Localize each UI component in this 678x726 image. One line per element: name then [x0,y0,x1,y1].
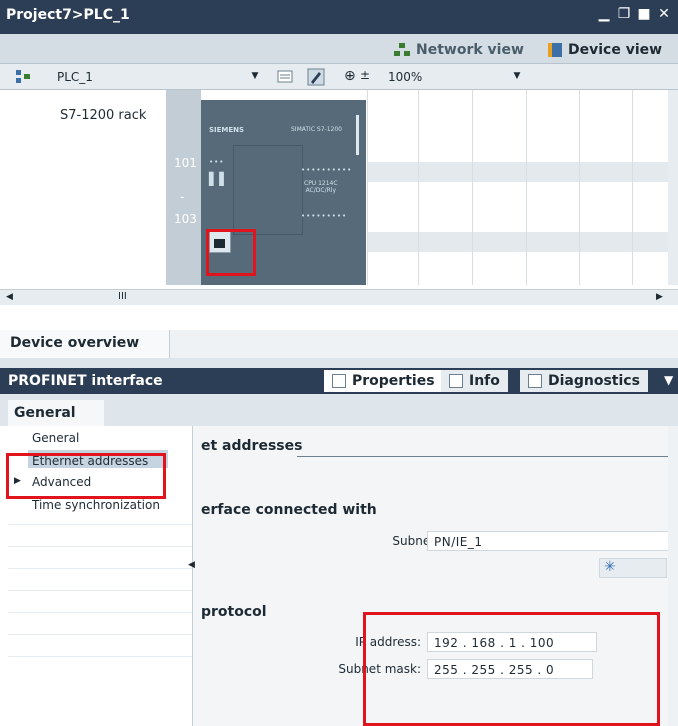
collapse-nav-icon[interactable]: ◀ [188,560,195,570]
window-controls: ▁ ❐ ■ ✕ [596,6,672,22]
collapse-chevron-icon[interactable]: ▼ [664,373,673,387]
nav-divider [8,656,192,657]
add-subnet-button[interactable]: ✳ [599,558,667,578]
tab-network-view[interactable]: Network view [394,39,524,61]
info-icon [449,374,463,388]
slot-divider [472,90,473,285]
plc-front-panel [233,145,303,235]
device-overview-bar: Device overview [0,330,678,358]
tab-diagnostics-label: Diagnostics [548,373,640,389]
nav-item-time-sync[interactable]: Time synchronization [32,498,160,512]
scroll-right-icon[interactable]: ▶ [656,292,663,302]
restore-icon[interactable]: ❐ [616,6,632,22]
close-icon[interactable]: ✕ [656,6,672,22]
vertical-scrollbar[interactable] [668,90,678,285]
show-module-labels-icon[interactable] [307,68,325,86]
inspector-title: PROFINET interface [8,373,163,389]
properties-icon [332,374,346,388]
io-terminal-dots: •••••••••• [301,166,353,174]
nav-divider [8,568,192,569]
general-tab-row: General [0,394,678,426]
inspector-header: PROFINET interface Properties Info Diagn… [0,368,678,394]
subnet-field[interactable]: PN/IE_1 [427,531,669,551]
minimize-icon[interactable]: ▁ [596,6,612,22]
tab-info[interactable]: Info [441,370,508,392]
status-led-dots: ••• [209,158,225,166]
add-new-subnet-icon: ✳ [604,559,616,575]
tab-device-overview[interactable]: Device overview [0,330,170,358]
horizontal-scrollbar[interactable]: ◀ III ▶ [0,289,678,305]
tab-network-label: Network view [416,42,524,58]
maximize-icon[interactable]: ■ [636,6,652,22]
section-interface-connected: erface connected with [201,502,377,518]
tab-properties[interactable]: Properties [324,370,443,392]
chevron-down-icon[interactable]: ▼ [248,67,262,86]
plc-cpu-label: CPU 1214C AC/DC/Rly [304,180,338,194]
slot-divider [632,90,633,285]
device-tree-icon[interactable] [14,68,32,86]
content-scrollbar[interactable] [668,426,678,726]
scroll-thumb-icon[interactable]: III [118,291,127,302]
device-select[interactable]: PLC_1 [52,67,252,86]
zoom-in-icon[interactable]: ⊕ [344,68,356,84]
tab-device-label: Device view [568,42,663,58]
tab-device-view[interactable]: Device view [548,39,662,61]
tab-diagnostics[interactable]: Diagnostics [520,370,648,392]
io-terminal-dots: ••••••••• [301,212,348,220]
slot-number-column [166,90,201,285]
section-ip-protocol: protocol [201,604,267,620]
nav-divider [8,590,192,591]
canvas-band [367,232,668,252]
slot-divider [367,90,368,285]
canvas-band [367,162,668,182]
scroll-left-icon[interactable]: ◀ [6,292,13,302]
plc-brand: SIEMENS [209,126,245,134]
section-ethernet-addresses: et addresses [201,438,303,454]
device-toolbar: PLC_1 ▼ ⊕ ± 100% ▼ [0,64,678,90]
highlight-box-nav [6,453,166,499]
zoom-step-icon[interactable]: ± [360,68,370,82]
title-bar: Project7>PLC_1 ▁ ❐ ■ ✕ [0,0,678,34]
nav-divider [8,634,192,635]
zoom-select[interactable]: 100% [383,67,513,86]
splitter[interactable] [0,358,678,368]
overview-toggle-icon[interactable] [276,68,294,86]
rack-label: S7-1200 rack [60,108,147,123]
zoom-chevron-down-icon[interactable]: ▼ [510,67,524,86]
window-title: Project7>PLC_1 [6,7,130,23]
slot-divider [579,90,580,285]
slot-divider [418,90,419,285]
nav-divider [8,546,192,547]
tab-properties-label: Properties [352,373,435,389]
network-icon [394,43,410,57]
plc-indicator-bar [356,115,359,155]
slot-divider [526,90,527,285]
slot-number: 101 [174,156,197,170]
slot-number: - [180,190,185,204]
device-canvas[interactable]: S7-1200 rack 101 - 103 SIEMENS SIMATIC S… [0,90,678,295]
tab-general[interactable]: General [8,400,104,426]
nav-item-general[interactable]: General [32,431,79,445]
section-rule [297,456,669,457]
view-tab-bar: Network view Device view [0,34,678,64]
highlight-box-port [206,229,256,276]
nav-divider [8,612,192,613]
highlight-box-ip [363,612,660,726]
diagnostics-icon [528,374,542,388]
plc-model: SIMATIC S7-1200 [291,126,342,133]
slot-number: 103 [174,212,197,226]
device-icon [548,43,562,57]
tab-info-label: Info [469,373,500,389]
nav-divider [8,524,192,525]
status-bars-icon: ▌▌ [209,172,230,186]
